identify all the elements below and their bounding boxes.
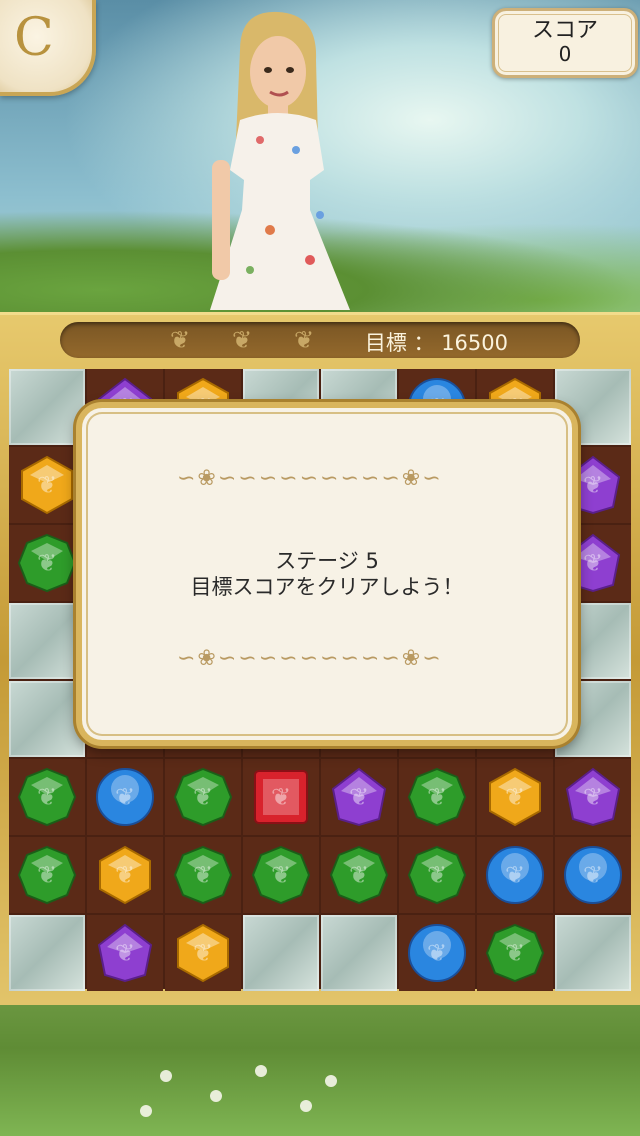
board-cell[interactable]: ❦ <box>165 837 241 913</box>
board-cell[interactable]: ❦ <box>555 837 631 913</box>
board-cell[interactable]: ❦ <box>9 525 85 601</box>
butterfly-icon: ❦ <box>426 861 448 889</box>
board-cell[interactable] <box>9 915 85 991</box>
dialog-stage-title: ステージ 5 <box>275 549 379 573</box>
board-cell[interactable] <box>321 915 397 991</box>
board-cell[interactable]: ❦ <box>243 837 319 913</box>
ornament-flourish-bottom: ∽❀∽∽∽∽∽∽∽∽∽❀∽ <box>177 646 443 671</box>
butterfly-icon: ❦ <box>36 861 58 889</box>
board-cell[interactable]: ❦ <box>87 759 163 835</box>
board-cell[interactable] <box>555 915 631 991</box>
butterfly-icon: ❦ <box>582 861 604 889</box>
butterfly-icon: ❦ <box>192 783 214 811</box>
board-cell[interactable]: ❦ <box>87 837 163 913</box>
board-cell[interactable]: ❦ <box>399 915 475 991</box>
flower-decoration <box>210 1090 222 1102</box>
board-cell[interactable]: ❦ <box>9 837 85 913</box>
butterfly-icon: ❦ <box>270 861 292 889</box>
score-value: 0 <box>558 42 572 66</box>
board-cell[interactable]: ❦ <box>477 759 553 835</box>
board-cell[interactable]: ❦ <box>477 915 553 991</box>
board-cell[interactable] <box>243 915 319 991</box>
board-cell[interactable]: ❦ <box>165 915 241 991</box>
menu-emblem-button[interactable]: C <box>0 0 96 96</box>
butterfly-icon: ❦ <box>114 861 136 889</box>
board-cell[interactable]: ❦ <box>321 837 397 913</box>
butterfly-icon: ❦ <box>36 471 58 499</box>
butterfly-icon: ❦ <box>192 861 214 889</box>
ornament-flourish-top: ∽❀∽∽∽∽∽∽∽∽∽❀∽ <box>177 466 443 491</box>
butterfly-icon: ❦ <box>114 939 136 967</box>
flower-decoration <box>300 1100 312 1112</box>
flower-decoration <box>255 1065 267 1077</box>
butterfly-icon: ❦ <box>348 783 370 811</box>
board-cell[interactable]: ❦ <box>87 915 163 991</box>
meadow-background <box>0 990 640 1136</box>
butterfly-icon: ❦ <box>294 326 315 354</box>
goal-bar: ❦ ❦ ❦ 目標 ： 16500 <box>60 322 580 358</box>
flower-decoration <box>325 1075 337 1087</box>
board-cell[interactable]: ❦ <box>165 759 241 835</box>
emblem-letter: C <box>14 8 54 68</box>
butterfly-icon: ❦ <box>582 783 604 811</box>
board-cell[interactable]: ❦ <box>399 759 475 835</box>
heroine-character <box>210 11 350 310</box>
butterfly-icon: ❦ <box>36 783 58 811</box>
butterfly-icon: ❦ <box>504 939 526 967</box>
flower-decoration <box>140 1105 152 1117</box>
score-label: スコア <box>531 18 598 43</box>
butterfly-icon: ❦ <box>348 861 370 889</box>
board-cell[interactable] <box>9 369 85 445</box>
board-cell[interactable]: ❦ <box>9 759 85 835</box>
dialog-objective-text: 目標スコアをクリアしよう！ <box>190 575 464 599</box>
butterfly-icon: ❦ <box>504 861 526 889</box>
butterfly-icon: ❦ <box>426 783 448 811</box>
butterfly-icon: ❦ <box>170 326 191 354</box>
board-cell[interactable]: ❦ <box>399 837 475 913</box>
butterfly-icon: ❦ <box>192 939 214 967</box>
board-cell[interactable]: ❦ <box>321 759 397 835</box>
butterfly-icon: ❦ <box>114 783 136 811</box>
butterfly-icon: ❦ <box>232 326 253 354</box>
board-cell[interactable] <box>9 603 85 679</box>
score-panel: スコア 0 <box>492 8 638 78</box>
butterfly-icon: ❦ <box>36 549 58 577</box>
board-cell[interactable]: ❦ <box>477 837 553 913</box>
stage-intro-dialog[interactable]: ∽❀∽∽∽∽∽∽∽∽∽❀∽ ステージ 5 目標スコアをクリアしよう！ ∽❀∽∽∽… <box>76 402 578 746</box>
butterfly-icon: ❦ <box>504 783 526 811</box>
board-cell[interactable] <box>9 681 85 757</box>
board-cell[interactable]: ❦ <box>243 759 319 835</box>
goal-score-text: 目標 ： 16500 <box>364 331 508 355</box>
board-cell[interactable]: ❦ <box>555 759 631 835</box>
butterfly-icon: ❦ <box>270 783 292 811</box>
flower-decoration <box>160 1070 172 1082</box>
butterfly-icon: ❦ <box>426 939 448 967</box>
board-cell[interactable]: ❦ <box>9 447 85 523</box>
